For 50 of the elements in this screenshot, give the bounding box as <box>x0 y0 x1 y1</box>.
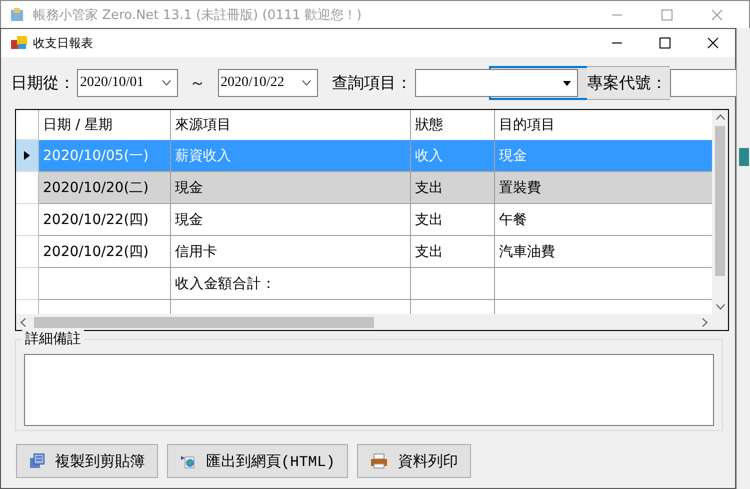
scroll-left-icon[interactable] <box>20 318 26 326</box>
window-title: 帳務小管家 Zero.Net 13.1 (未註冊版) (0111 歡迎您！) <box>33 6 362 24</box>
project-label: 專案代號： <box>587 66 670 100</box>
scroll-right-icon[interactable] <box>702 318 708 326</box>
maximize-icon[interactable] <box>659 37 671 49</box>
action-button[interactable]: 資料列印 <box>357 444 472 478</box>
printer-icon <box>370 453 388 469</box>
notes-field[interactable] <box>24 354 714 426</box>
row-header[interactable] <box>16 140 39 172</box>
report-icon <box>11 36 27 50</box>
close-icon[interactable] <box>707 37 719 49</box>
range-separator: ～ <box>190 72 206 94</box>
globe-icon <box>180 453 196 469</box>
table-cell: 現金 <box>495 140 712 172</box>
scroll-up-icon[interactable] <box>716 114 724 120</box>
chevron-icon <box>162 80 170 86</box>
table-cell: 收入 <box>411 140 495 172</box>
table-cell: 信用卡 <box>171 236 411 268</box>
notes-label: 詳細備註 <box>22 330 84 348</box>
column-header[interactable]: 目的項目 <box>495 110 712 140</box>
date-from-picker[interactable]: 2020/10/01 <box>77 69 178 97</box>
table-cell: 2020/10/22(四) <box>39 204 171 236</box>
scroll-thumb[interactable] <box>34 316 374 328</box>
query-label: 查詢項目： <box>332 72 412 94</box>
date-from-label: 日期從： <box>11 72 75 94</box>
horizontal-scrollbar[interactable] <box>16 314 728 330</box>
clipboard-icon <box>29 453 45 469</box>
table-cell: 2020/10/22(四) <box>39 236 171 268</box>
dialog-title: 收支日報表 <box>33 34 93 52</box>
chevron-icon <box>302 80 311 86</box>
table-cell: 現金 <box>171 172 411 204</box>
table-cell: 現金 <box>171 204 411 236</box>
scroll-thumb[interactable] <box>715 126 725 276</box>
table-cell: 薪資收入 <box>171 140 411 172</box>
table-cell: 支出 <box>411 204 495 236</box>
table-cell: 支出 <box>411 236 495 268</box>
date-to-picker[interactable]: 2020/10/22 <box>218 69 318 97</box>
scroll-down-icon[interactable] <box>716 304 724 310</box>
table-cell: 收入金額合計： <box>171 268 411 300</box>
table-cell: 2020/10/20(二) <box>39 172 171 204</box>
action-button[interactable]: 匯出到網頁(HTML) <box>167 444 348 478</box>
query-dropdown[interactable] <box>415 69 578 97</box>
table-cell: 置裝費 <box>495 172 712 204</box>
vertical-scrollbar[interactable] <box>712 110 728 314</box>
current-row-icon <box>24 151 30 160</box>
dropdown-arrow-icon <box>563 80 571 86</box>
box-icon <box>9 6 25 22</box>
table-cell: 2020/10/05(一) <box>39 140 171 172</box>
table-cell: 支出 <box>411 172 495 204</box>
action-button[interactable]: 複製到剪貼簿 <box>16 444 158 478</box>
